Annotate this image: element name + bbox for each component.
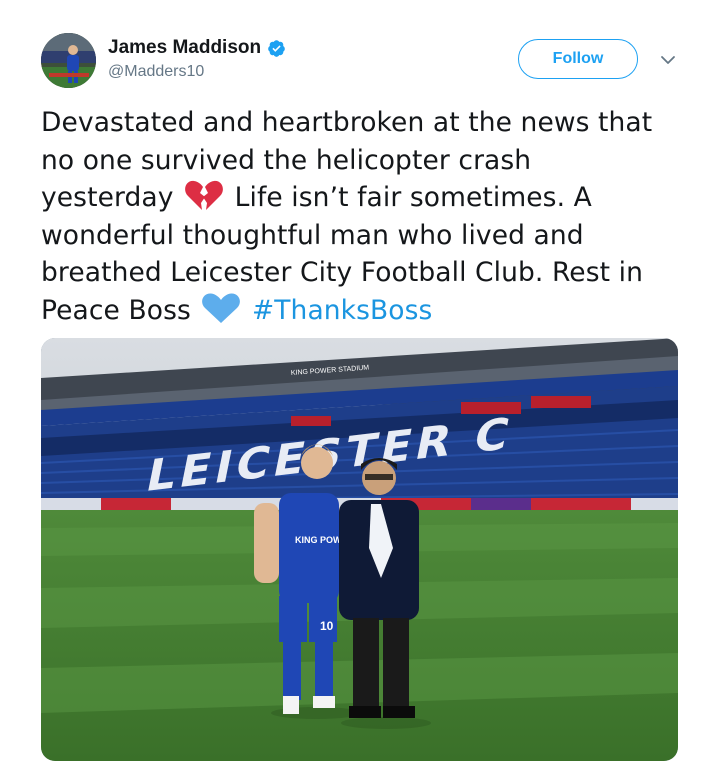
tweet-line: no one survived the helicopter crash	[41, 144, 532, 176]
tweet-line: wonderful thoughtful man who lived and	[41, 219, 584, 251]
avatar[interactable]	[41, 33, 96, 88]
display-name[interactable]: James Maddison	[108, 37, 261, 59]
tweet-text-fragment: Peace Boss	[41, 294, 191, 326]
name-row: James Maddison	[108, 36, 286, 60]
tweet-text-fragment: yesterday	[41, 182, 174, 213]
broken-heart-icon	[184, 179, 224, 211]
tweet-photo[interactable]: KING POWER STADIUM LEICESTER C KING POWE…	[41, 338, 678, 761]
tweet-line: Peace Boss #ThanksBoss	[41, 292, 691, 330]
tweet-text: Devastated and heartbroken at the news t…	[41, 104, 691, 329]
tweet-line: Devastated and heartbroken at the news t…	[41, 107, 653, 138]
hashtag-link[interactable]: #ThanksBoss	[252, 295, 432, 326]
blue-heart-icon	[201, 292, 241, 324]
verified-badge-icon	[267, 39, 286, 58]
user-handle[interactable]: @Madders10	[108, 63, 204, 81]
follow-button[interactable]: Follow	[518, 39, 638, 79]
shirt-number-text: 10	[320, 619, 334, 633]
chevron-down-icon[interactable]	[658, 50, 678, 70]
tweet-text-fragment: Life isn’t fair sometimes. A	[234, 182, 592, 213]
tweet-line: yesterday Life isn’t fair sometimes. A	[41, 179, 691, 217]
tweet-card: James Maddison @Madders10 Follow Devasta…	[0, 0, 720, 777]
tweet-line: breathed Leicester City Football Club. R…	[41, 257, 643, 288]
